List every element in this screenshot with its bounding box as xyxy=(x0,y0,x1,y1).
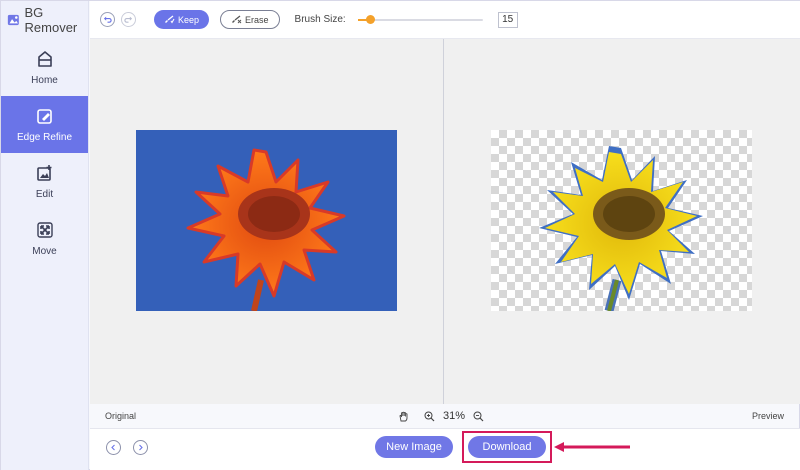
toolbar: Keep Erase Brush Size: 15 xyxy=(90,1,800,39)
sidebar-item-move[interactable]: Move xyxy=(1,210,88,267)
zoom-out-icon[interactable] xyxy=(473,411,484,422)
sidebar: BG Remover Home Edge Refine Edit Move xyxy=(1,1,89,470)
original-image[interactable] xyxy=(136,130,397,311)
hand-pan-icon[interactable] xyxy=(398,411,409,422)
app-logo-icon xyxy=(7,14,19,26)
erase-label: Erase xyxy=(245,14,269,25)
keep-button[interactable]: Keep xyxy=(154,10,210,29)
move-arrows-icon xyxy=(36,221,53,238)
edge-refine-icon xyxy=(36,108,52,124)
slider-thumb[interactable] xyxy=(366,14,376,24)
keep-label: Keep xyxy=(178,14,200,25)
new-image-button[interactable]: New Image xyxy=(375,436,453,458)
sidebar-item-label: Move xyxy=(32,245,57,257)
chevron-left-icon xyxy=(111,444,115,451)
sidebar-item-edge-refine[interactable]: Edge Refine xyxy=(1,96,88,153)
preview-sunflower-image xyxy=(539,146,703,311)
brush-size-label: Brush Size: xyxy=(294,14,346,25)
redo-icon xyxy=(124,16,133,23)
pane-divider[interactable] xyxy=(443,39,444,404)
next-button[interactable] xyxy=(133,440,148,455)
canvas-area xyxy=(90,39,800,404)
erase-brush-icon xyxy=(232,15,242,24)
erase-button[interactable]: Erase xyxy=(220,10,280,29)
brand: BG Remover xyxy=(1,1,88,39)
keep-brush-icon xyxy=(165,15,175,24)
chevron-right-icon xyxy=(139,444,143,451)
brush-size-input[interactable]: 15 xyxy=(497,11,518,28)
sidebar-item-edit[interactable]: Edit xyxy=(1,153,88,210)
edit-image-icon xyxy=(36,164,51,181)
bottom-bar: New Image Download xyxy=(90,428,800,470)
sidebar-item-label: Edit xyxy=(35,188,54,200)
brush-size-slider[interactable] xyxy=(357,14,483,25)
home-icon xyxy=(37,50,52,67)
download-button[interactable]: Download xyxy=(468,436,546,458)
previous-button[interactable] xyxy=(106,440,121,455)
original-label: Original xyxy=(105,411,137,421)
slider-track xyxy=(357,18,483,21)
undo-button[interactable] xyxy=(100,12,115,27)
sidebar-item-label: Edge Refine xyxy=(16,131,73,143)
preview-label: Preview xyxy=(751,411,784,421)
zoom-in-icon[interactable] xyxy=(424,411,435,422)
zoom-level: 31% xyxy=(443,410,466,422)
pointer-arrow xyxy=(554,442,630,452)
app-window: BG Remover Home Edge Refine Edit Move Ke… xyxy=(0,0,800,470)
app-title: BG Remover xyxy=(24,5,78,35)
zoom-controls: 31% xyxy=(398,410,484,422)
sidebar-item-label: Home xyxy=(31,74,58,86)
redo-button[interactable] xyxy=(121,12,136,27)
status-bar: Original 31% Preview xyxy=(90,404,800,428)
sidebar-item-home[interactable]: Home xyxy=(1,39,88,96)
original-sunflower-image xyxy=(186,148,346,311)
preview-image[interactable] xyxy=(491,130,752,311)
undo-icon xyxy=(103,16,112,23)
